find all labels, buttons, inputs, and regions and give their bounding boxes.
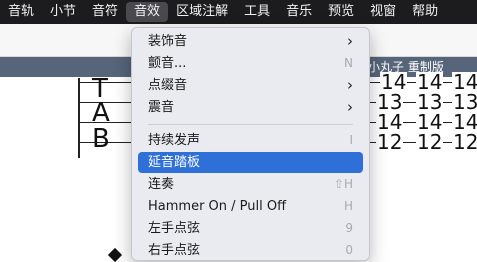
menu-item-label: 震音 xyxy=(148,100,175,115)
menu-item-label: Hammer On / Pull Off xyxy=(148,199,287,214)
menu-item-right-hand-tapping[interactable]: 右手点弦 0 xyxy=(138,240,363,260)
menu-bar: 音轨 小节 音符 音效 区域注解 工具 音乐 预览 视窗 帮助 xyxy=(0,0,477,24)
tab-number[interactable]: 13 xyxy=(452,92,477,112)
menu-effects[interactable]: 音效 xyxy=(126,2,169,22)
menu-window[interactable]: 视窗 xyxy=(362,2,404,22)
tab-clef-letter: B xyxy=(92,124,110,154)
menu-item-ornament[interactable]: 点缀音 › xyxy=(138,75,363,96)
menu-item-shortcut: 9 xyxy=(345,221,353,235)
chevron-right-icon: › xyxy=(347,32,353,50)
menu-note[interactable]: 音符 xyxy=(84,2,126,22)
menu-tools[interactable]: 工具 xyxy=(236,2,278,22)
tab-number[interactable]: 14 xyxy=(416,72,444,92)
menu-section-annotation[interactable]: 区域注解 xyxy=(168,2,236,22)
menu-item-tremolo[interactable]: 震音 › xyxy=(138,97,363,118)
menu-help[interactable]: 帮助 xyxy=(404,2,446,22)
menu-separator xyxy=(148,124,353,125)
menu-item-sustain-pedal[interactable]: 延音踏板 xyxy=(138,152,363,173)
menu-item-legato[interactable]: 连奏 ⇧H xyxy=(138,174,363,195)
menu-item-label: 颤音... xyxy=(148,56,187,71)
menu-item-label: 装饰音 xyxy=(148,34,188,49)
menu-item-vibrato[interactable]: 颤音... N xyxy=(138,53,363,74)
menu-item-label: 点缀音 xyxy=(148,78,188,93)
menu-track[interactable]: 音轨 xyxy=(0,2,42,22)
tab-number[interactable]: 13 xyxy=(376,92,404,112)
bar-line xyxy=(78,78,80,158)
menu-preview[interactable]: 预览 xyxy=(320,2,362,22)
tab-number[interactable]: 14 xyxy=(416,112,444,132)
chevron-right-icon: › xyxy=(347,76,353,94)
menu-music[interactable]: 音乐 xyxy=(278,2,320,22)
menu-item-label: 左手点弦 xyxy=(148,221,201,236)
effects-dropdown-menu: 装饰音 › 颤音... N 点缀音 › 震音 › 持续发声 I 延音踏板 连奏 … xyxy=(131,27,370,261)
tab-number[interactable]: 13 xyxy=(416,92,444,112)
menu-item-shortcut: N xyxy=(344,56,353,70)
menu-item-hammer-on-pull-off[interactable]: Hammer On / Pull Off H xyxy=(138,196,363,217)
menu-item-shortcut: I xyxy=(349,133,353,147)
menu-item-shortcut: ⇧H xyxy=(333,177,353,191)
menu-item-shortcut: H xyxy=(343,199,353,213)
tab-number[interactable]: 14 xyxy=(376,112,404,132)
tab-clef-letter: A xyxy=(92,98,110,128)
menu-item-label: 延音踏板 xyxy=(148,155,201,170)
menu-item-label: 持续发声 xyxy=(148,133,201,148)
tab-number[interactable]: 14 xyxy=(452,112,477,132)
menu-item-let-ring[interactable]: 持续发声 I xyxy=(138,130,363,151)
menu-item-label: 右手点弦 xyxy=(148,243,201,258)
tab-number[interactable]: 14 xyxy=(380,72,408,92)
menu-item-grace-note[interactable]: 装饰音 › xyxy=(138,31,363,52)
tab-number[interactable]: 12 xyxy=(452,132,477,152)
menu-item-left-hand-tapping[interactable]: 左手点弦 9 xyxy=(138,218,363,239)
menu-item-shortcut: 0 xyxy=(345,243,353,257)
menu-item-label: 连奏 xyxy=(148,177,175,192)
menu-measure[interactable]: 小节 xyxy=(42,2,84,22)
tab-number[interactable]: 12 xyxy=(376,132,404,152)
chevron-right-icon: › xyxy=(347,98,353,116)
tab-number[interactable]: 12 xyxy=(416,132,444,152)
tab-number[interactable]: 14 xyxy=(452,72,477,92)
